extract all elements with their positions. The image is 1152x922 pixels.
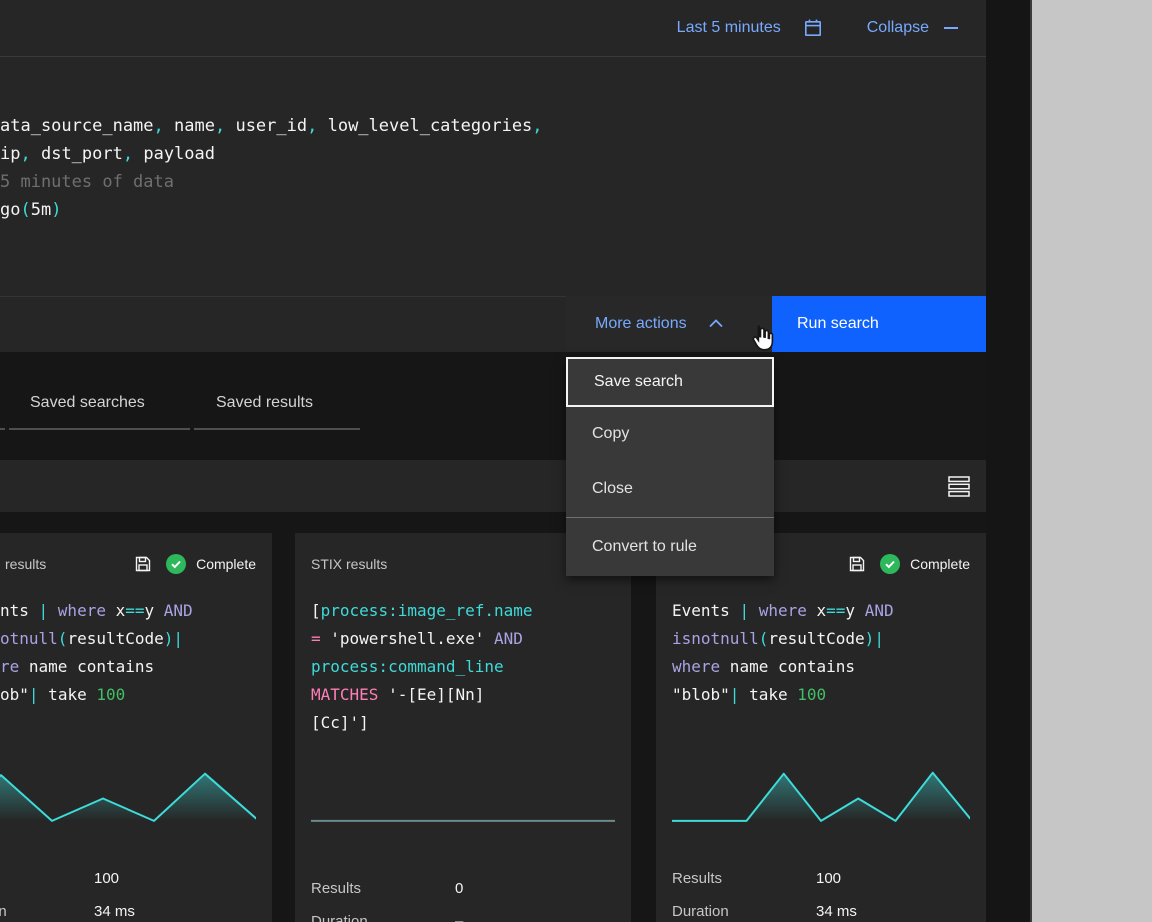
stat-value: – bbox=[455, 913, 463, 922]
card-header: results Complete bbox=[0, 553, 256, 575]
app-screen: Last 5 minutes Collapse ata_source_name,… bbox=[0, 0, 1152, 922]
tab-saved-results[interactable]: Saved results bbox=[216, 394, 313, 412]
collapse-label: Collapse bbox=[867, 19, 929, 37]
menu-item-close[interactable]: Close bbox=[566, 461, 774, 517]
rows-layout-button[interactable] bbox=[942, 469, 976, 503]
card-stats: Results 0 Duration – bbox=[311, 879, 463, 922]
card-query-code: nts | where x==y ANDotnull(resultCode)|r… bbox=[0, 597, 193, 709]
status-complete-icon bbox=[166, 554, 186, 574]
results-toolbar bbox=[0, 460, 986, 512]
collapse-button[interactable]: Collapse bbox=[867, 19, 958, 37]
save-icon[interactable] bbox=[848, 555, 866, 573]
more-actions-label: More actions bbox=[595, 315, 687, 333]
stat-label: Duration bbox=[311, 913, 455, 922]
tab-saved-searches[interactable]: Saved searches bbox=[30, 394, 145, 412]
tab-underline-clipped bbox=[0, 428, 5, 430]
result-card-events-right[interactable]: Complete Events | where x==y ANDisnotnul… bbox=[656, 533, 986, 922]
time-range-picker[interactable]: Last 5 minutes bbox=[677, 18, 823, 38]
save-icon[interactable] bbox=[134, 555, 152, 573]
results-sparkline bbox=[311, 765, 615, 825]
right-gutter bbox=[986, 0, 1030, 922]
calendar-icon bbox=[803, 18, 823, 38]
run-search-button[interactable]: Run search bbox=[772, 296, 986, 352]
query-topbar: Last 5 minutes Collapse bbox=[0, 0, 986, 57]
stat-row-duration: Duration – bbox=[311, 912, 463, 922]
card-status: Complete bbox=[848, 554, 970, 574]
status-text: Complete bbox=[196, 556, 256, 572]
stat-value: 34 ms bbox=[94, 903, 135, 920]
results-sparkline bbox=[0, 765, 256, 825]
menu-item-save-search[interactable]: Save search bbox=[566, 357, 774, 407]
stat-row-results: Results 0 bbox=[311, 879, 463, 897]
menu-item-copy[interactable]: Copy bbox=[566, 407, 774, 461]
stat-value: 0 bbox=[455, 880, 463, 897]
stat-value: 100 bbox=[816, 870, 841, 887]
stat-value: 100 bbox=[94, 870, 119, 887]
card-query-code: Events | where x==y ANDisnotnull(resultC… bbox=[672, 597, 894, 709]
status-complete-icon bbox=[880, 554, 900, 574]
stat-label: Results bbox=[672, 870, 816, 887]
stat-label: Duration bbox=[672, 903, 816, 920]
minus-icon bbox=[944, 21, 958, 35]
result-cards-row: results Complete bbox=[0, 533, 986, 922]
stat-row-results: Results 100 bbox=[0, 869, 135, 887]
card-status: Complete bbox=[134, 554, 256, 574]
run-search-label: Run search bbox=[797, 315, 879, 333]
stat-label: Results bbox=[311, 880, 455, 897]
result-card-stix[interactable]: STIX results [process:image_ref.name= 'p… bbox=[295, 533, 631, 922]
status-text: Complete bbox=[910, 556, 970, 572]
chevron-up-icon bbox=[708, 316, 724, 332]
stat-label: Results bbox=[0, 870, 94, 887]
tab-underline-saved-results bbox=[194, 428, 360, 430]
rows-icon bbox=[948, 476, 970, 497]
menu-item-convert-to-rule[interactable]: Convert to rule bbox=[566, 518, 774, 576]
stat-value: 34 ms bbox=[816, 903, 857, 920]
tab-underline-saved-searches bbox=[9, 428, 190, 430]
stat-label: Duration bbox=[0, 903, 94, 920]
stat-row-duration: Duration 34 ms bbox=[0, 902, 135, 920]
card-title: results bbox=[5, 556, 46, 572]
card-stats: Results 100 Duration 34 ms bbox=[0, 869, 135, 922]
stat-row-duration: Duration 34 ms bbox=[672, 902, 857, 920]
card-stats: Results 100 Duration 34 ms bbox=[672, 869, 857, 922]
main-content: Last 5 minutes Collapse ata_source_name,… bbox=[0, 0, 986, 922]
results-sparkline bbox=[672, 765, 970, 825]
card-query-code: [process:image_ref.name= 'powershell.exe… bbox=[311, 597, 533, 737]
time-range-label: Last 5 minutes bbox=[677, 19, 781, 37]
stat-row-results: Results 100 bbox=[672, 869, 857, 887]
more-actions-menu: Save search Copy Close Convert to rule bbox=[566, 357, 774, 576]
query-editor[interactable]: ata_source_name, name, user_id, low_leve… bbox=[0, 57, 986, 296]
side-panel-gray bbox=[1030, 0, 1152, 922]
more-actions-button[interactable]: More actions bbox=[566, 296, 772, 352]
card-title: STIX results bbox=[311, 556, 387, 572]
result-card-events-left[interactable]: results Complete bbox=[0, 533, 272, 922]
